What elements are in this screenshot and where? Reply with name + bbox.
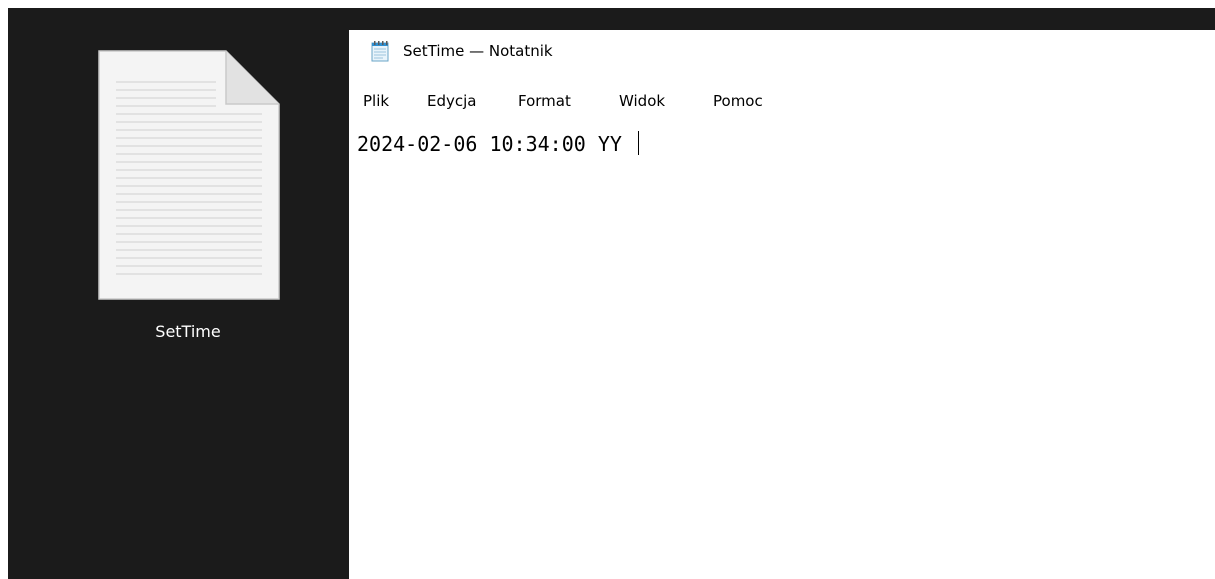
menu-bar: Plik Edycja Format Widok Pomoc — [349, 90, 1215, 121]
menu-item-plik[interactable]: Plik — [363, 92, 389, 110]
window-title: SetTime — Notatnik — [403, 42, 553, 60]
editor-text: 2024-02-06 10:34:00 YY — [357, 132, 634, 156]
desktop-file-label: SetTime — [155, 322, 221, 341]
text-caret — [637, 131, 639, 155]
desktop-file-settime[interactable]: SetTime — [68, 38, 308, 358]
notepad-window: SetTime — Notatnik Plik Edycja Format Wi… — [349, 30, 1215, 579]
menu-item-pomoc[interactable]: Pomoc — [713, 92, 763, 110]
text-document-icon — [98, 50, 280, 300]
editor-text-line: 2024-02-06 10:34:00 YY — [357, 130, 639, 158]
screen: SetTime SetTime — Notatnik Plik Edycja F… — [0, 0, 1215, 579]
notepad-icon — [371, 41, 389, 62]
menu-item-edycja[interactable]: Edycja — [427, 92, 476, 110]
menu-item-format[interactable]: Format — [518, 92, 571, 110]
menu-item-widok[interactable]: Widok — [619, 92, 665, 110]
text-editor-area[interactable]: 2024-02-06 10:34:00 YY — [349, 120, 1215, 579]
desktop-area[interactable]: SetTime — [8, 8, 349, 579]
title-bar[interactable]: SetTime — Notatnik — [349, 30, 1215, 86]
